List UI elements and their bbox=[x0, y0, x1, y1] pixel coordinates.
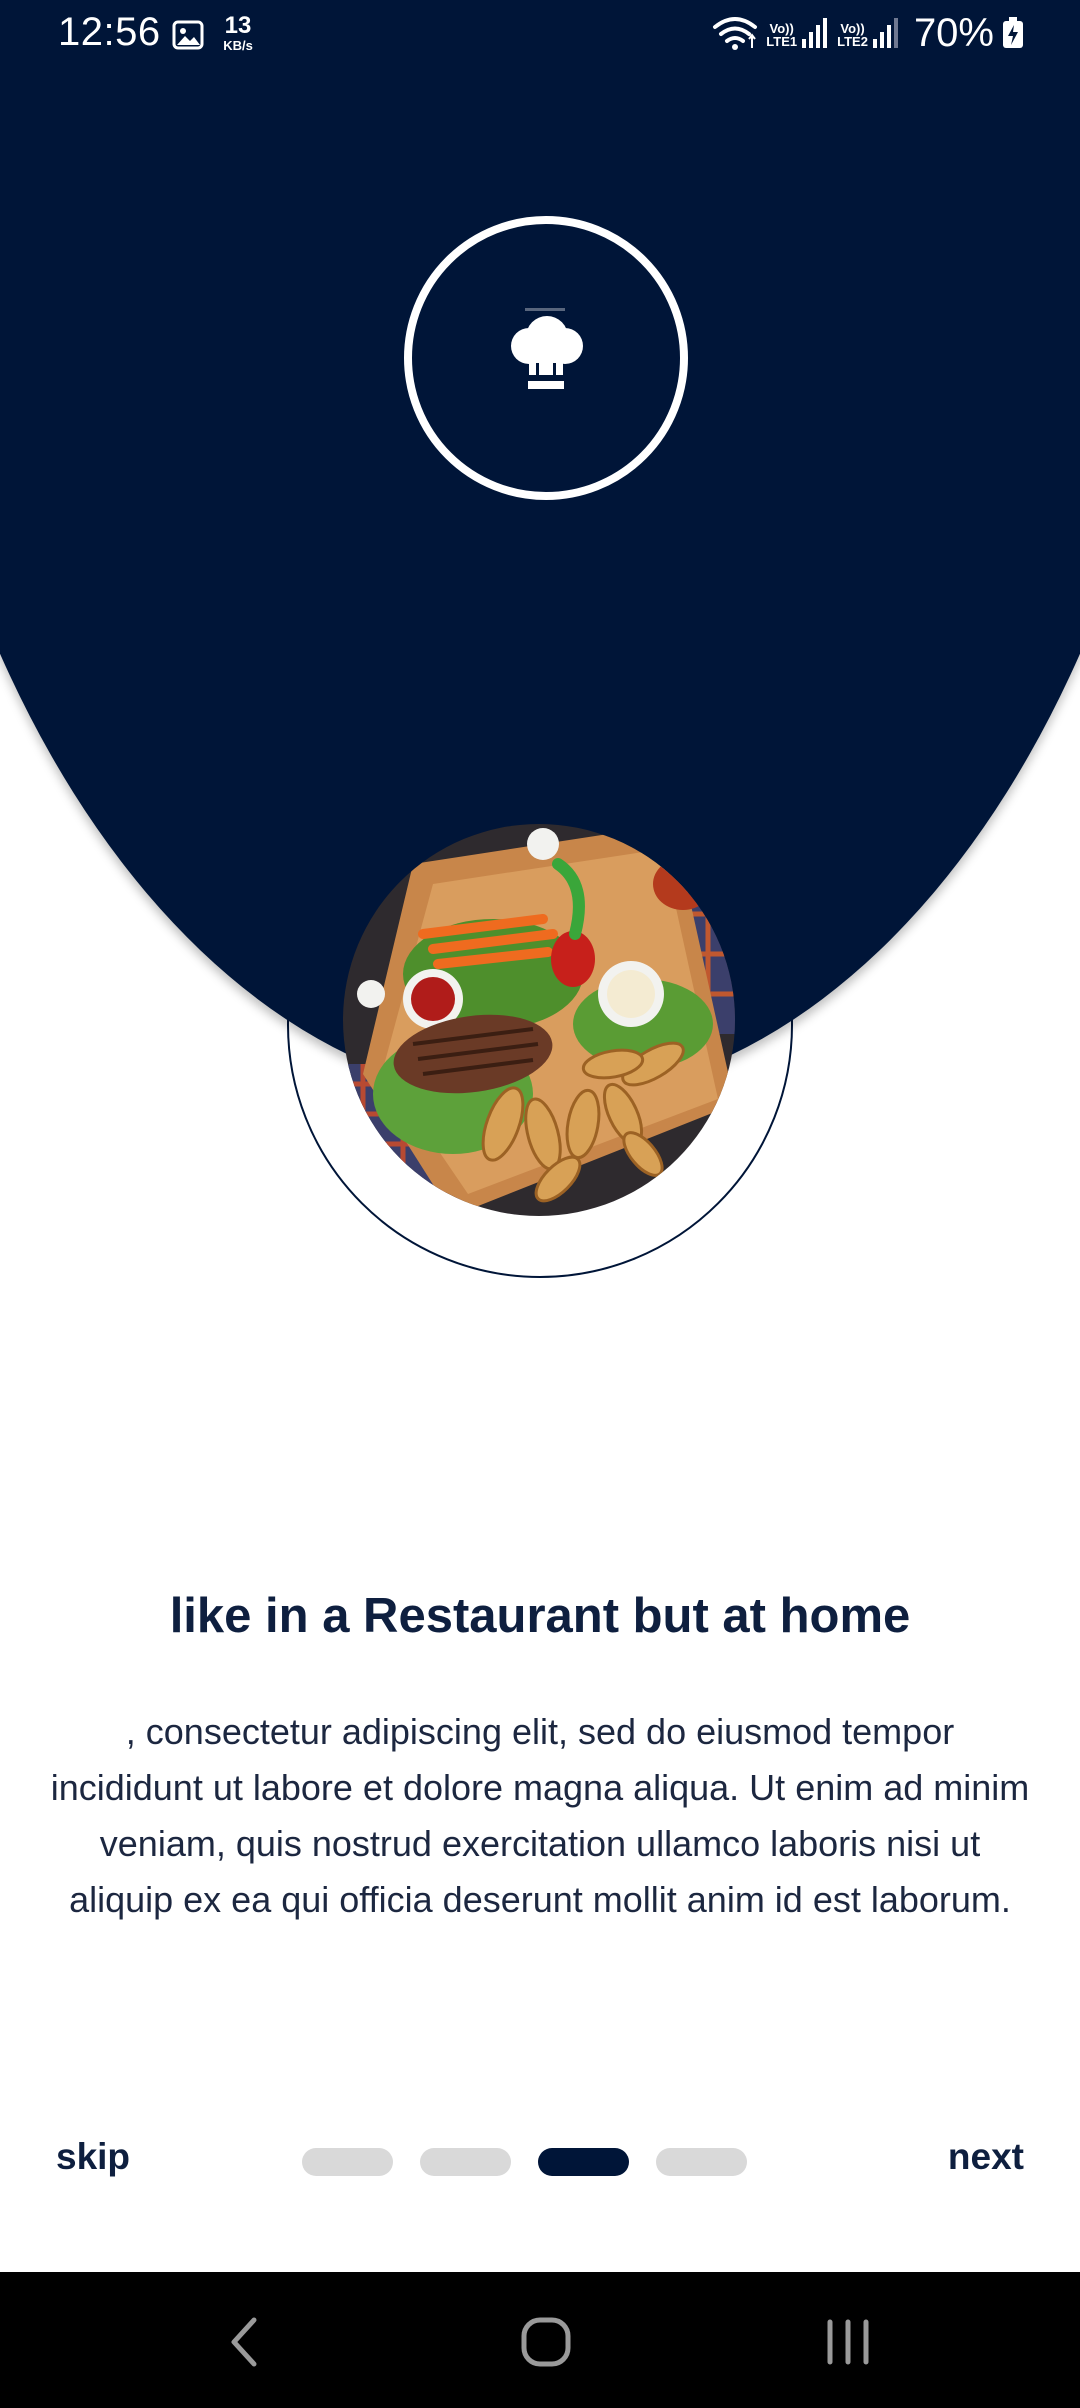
home-icon bbox=[521, 2317, 571, 2367]
signal-icon bbox=[802, 18, 828, 48]
status-time: 12:56 bbox=[58, 10, 161, 54]
chef-hat-icon bbox=[511, 308, 583, 389]
sim1-signal: Vo)) LTE1 bbox=[766, 17, 829, 49]
skip-button[interactable]: skip bbox=[56, 2136, 130, 2178]
status-indicators: Vo)) LTE1 Vo)) LTE2 70% bbox=[712, 10, 1024, 56]
nav-back-button[interactable] bbox=[204, 2302, 284, 2382]
network-speed: 13 KB/s bbox=[218, 12, 258, 53]
network-speed-unit: KB/s bbox=[223, 38, 253, 53]
onboarding-title: like in a Restaurant but at home bbox=[169, 1589, 911, 1643]
onboarding-description: , consectetur adipiscing elit, sed do ei… bbox=[50, 1711, 1030, 1920]
onboarding-screen: 12:56 13 KB/s Vo)) LTE1 Vo)) LTE2 70% li… bbox=[0, 0, 1080, 2408]
sim2-label-top: Vo)) bbox=[840, 20, 865, 36]
sim2-signal: Vo)) LTE2 bbox=[837, 17, 900, 49]
nav-recents-button[interactable] bbox=[808, 2302, 888, 2382]
wifi-icon bbox=[713, 17, 758, 50]
page-dot-4[interactable] bbox=[656, 2148, 747, 2176]
recents-icon bbox=[827, 2319, 869, 2365]
page-dot-2[interactable] bbox=[420, 2148, 511, 2176]
food-image bbox=[343, 824, 735, 1216]
battery-percent: 70% bbox=[913, 10, 994, 55]
next-button[interactable]: next bbox=[948, 2136, 1024, 2178]
signal-weak-icon bbox=[872, 18, 898, 48]
sim1-label-top: Vo)) bbox=[769, 20, 794, 36]
food-platter-illustration bbox=[343, 824, 735, 1216]
gallery-icon bbox=[172, 20, 204, 50]
page-indicator bbox=[302, 2148, 747, 2176]
sim1-label-bottom: LTE1 bbox=[766, 34, 798, 50]
back-chevron-icon bbox=[231, 2317, 257, 2367]
battery-charging-icon bbox=[1003, 17, 1023, 48]
sim2-label-bottom: LTE2 bbox=[837, 34, 868, 50]
app-logo bbox=[404, 216, 688, 500]
page-dot-1[interactable] bbox=[302, 2148, 393, 2176]
system-nav-bar bbox=[0, 2272, 1080, 2408]
status-bar: 12:56 13 KB/s Vo)) LTE1 Vo)) LTE2 70% bbox=[0, 0, 1080, 66]
nav-home-button[interactable] bbox=[506, 2302, 586, 2382]
page-dot-3-active[interactable] bbox=[538, 2148, 629, 2176]
network-speed-value: 13 bbox=[224, 12, 252, 39]
